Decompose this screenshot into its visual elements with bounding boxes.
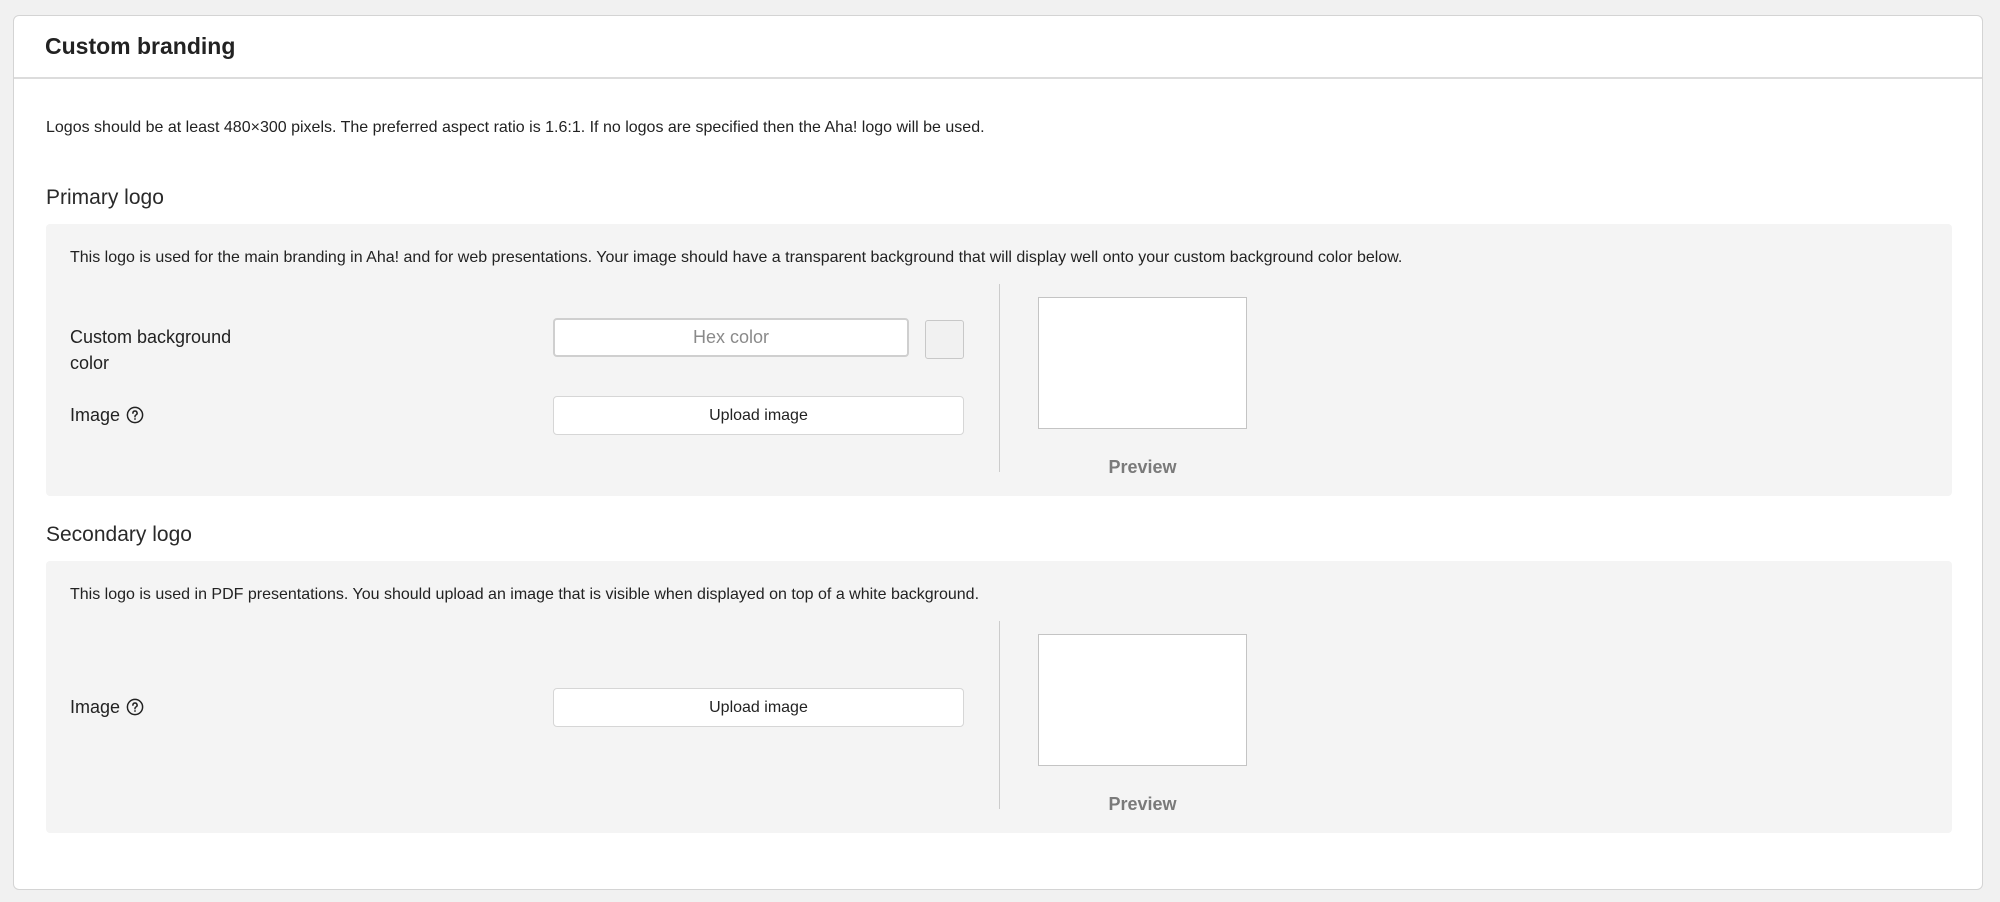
- secondary-preview-label: Preview: [1108, 794, 1177, 814]
- primary-logo-description: This logo is used for the main branding …: [70, 249, 1403, 266]
- help-icon[interactable]: [126, 698, 144, 716]
- card-header: Custom branding: [14, 16, 1982, 79]
- custom-background-color-label-line2: color: [70, 353, 110, 373]
- color-swatch[interactable]: [925, 320, 964, 359]
- secondary-image-label-text: Image: [70, 697, 121, 717]
- custom-branding-card: Custom branding Logos should be at least…: [13, 15, 1983, 890]
- primary-logo-preview: [1038, 297, 1247, 429]
- secondary-logo-description: This logo is used in PDF presentations. …: [70, 586, 980, 603]
- custom-background-color-label: Custom background color: [70, 324, 231, 376]
- secondary-logo-title: Secondary logo: [46, 523, 192, 546]
- primary-logo-title: Primary logo: [46, 186, 164, 209]
- page-title: Custom branding: [45, 33, 236, 59]
- primary-preview-label: Preview: [1108, 457, 1177, 477]
- secondary-divider: [999, 621, 1000, 809]
- help-icon[interactable]: [126, 406, 144, 424]
- primary-logo-section: This logo is used for the main branding …: [46, 224, 1952, 496]
- hex-color-input[interactable]: [553, 318, 909, 357]
- custom-background-color-label-line1: Custom background: [70, 327, 232, 347]
- secondary-logo-preview: [1038, 634, 1247, 766]
- primary-image-label: Image: [70, 402, 144, 428]
- secondary-image-label: Image: [70, 694, 144, 720]
- intro-text: Logos should be at least 480×300 pixels.…: [46, 119, 985, 136]
- secondary-logo-section: This logo is used in PDF presentations. …: [46, 561, 1952, 833]
- primary-upload-image-button[interactable]: Upload image: [553, 396, 964, 435]
- secondary-upload-image-button[interactable]: Upload image: [553, 688, 964, 727]
- primary-divider: [999, 284, 1000, 472]
- primary-image-label-text: Image: [70, 405, 121, 425]
